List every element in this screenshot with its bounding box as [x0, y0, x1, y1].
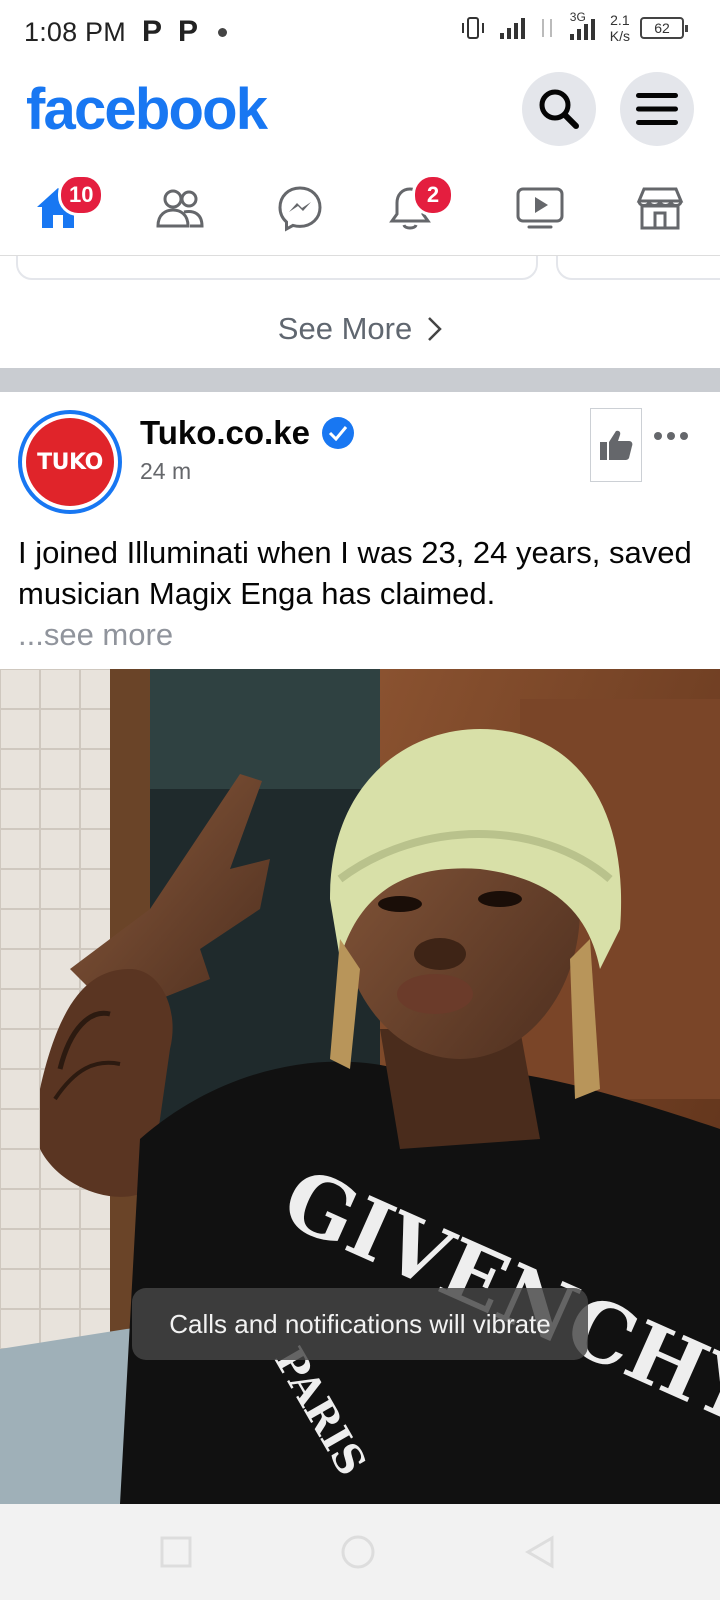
signal-icon	[499, 18, 525, 39]
signal-3g-icon: 3G	[566, 10, 600, 42]
suggested-cards-row	[0, 256, 720, 286]
app-header: facebook	[0, 64, 720, 158]
search-button[interactable]	[522, 72, 596, 146]
messenger-icon	[278, 186, 322, 232]
store-icon	[636, 187, 684, 230]
data-arrows-icon	[541, 19, 552, 37]
menu-button[interactable]	[620, 72, 694, 146]
page-name[interactable]: Tuko.co.ke	[140, 414, 310, 452]
battery-level: 62	[654, 20, 670, 36]
circle-icon	[341, 1535, 375, 1569]
page-name-row: Tuko.co.ke	[140, 414, 354, 452]
post-see-more[interactable]: ...see more	[18, 617, 173, 652]
page-avatar[interactable]: TUKO	[18, 410, 122, 514]
status-indicators: 3G 2.1 K/s 62	[458, 10, 688, 44]
tab-messenger[interactable]	[270, 178, 330, 238]
network-speed-value: 2.1	[610, 12, 630, 28]
battery-icon: 62	[640, 17, 688, 39]
tab-marketplace[interactable]	[630, 178, 690, 238]
toast-message: Calls and notifications will vibrate	[169, 1308, 551, 1339]
tab-notifications[interactable]: 2	[380, 174, 454, 238]
facebook-logo[interactable]: facebook	[26, 76, 268, 143]
home-badge: 10	[58, 174, 105, 216]
system-navigation-bar	[0, 1504, 720, 1600]
like-page-button[interactable]	[590, 408, 642, 482]
tab-friends[interactable]	[150, 178, 210, 238]
status-bar: 1:08 PM P P 3G 2.1 K/s 62	[0, 0, 720, 64]
back-button[interactable]	[522, 1534, 558, 1570]
video-icon	[516, 187, 564, 229]
menu-icon	[636, 93, 678, 125]
network-speed-unit: K/s	[609, 28, 630, 44]
tab-watch[interactable]	[510, 178, 570, 238]
post-text: I joined Illuminati when I was 23, 24 ye…	[18, 532, 698, 655]
see-more-label: See More	[277, 311, 413, 346]
post-body: I joined Illuminati when I was 23, 24 ye…	[18, 535, 692, 611]
notifications-badge: 2	[412, 174, 454, 216]
square-icon	[160, 1536, 192, 1568]
system-toast: Calls and notifications will vibrate	[132, 1288, 588, 1360]
chevron-right-icon	[428, 317, 442, 341]
search-icon	[539, 89, 579, 129]
notification-icon-p: P	[141, 15, 162, 48]
post-photo[interactable]: GIVENCHY PARIS	[0, 669, 720, 1504]
vibrate-icon	[461, 17, 484, 39]
suggested-card-2[interactable]	[556, 256, 720, 280]
back-triangle-icon	[525, 1535, 554, 1569]
notification-icon-p-2: P	[177, 15, 198, 48]
feed-divider	[0, 368, 720, 392]
tab-home[interactable]: 10	[28, 174, 105, 238]
thumbs-up-icon	[600, 430, 633, 460]
verified-badge-icon	[321, 417, 354, 449]
home-system-button[interactable]	[340, 1534, 376, 1570]
see-more-button[interactable]: See More	[278, 311, 442, 347]
more-notifications-dot-icon	[217, 27, 227, 37]
selfie-image: GIVENCHY PARIS	[0, 669, 720, 1504]
post-options-icon[interactable]	[654, 432, 688, 440]
status-time: 1:08 PM	[24, 16, 126, 47]
suggested-card[interactable]	[16, 256, 538, 280]
see-more-row: See More	[0, 290, 720, 368]
post-time[interactable]: 24 m	[140, 458, 191, 485]
avatar-text: TUKO	[37, 449, 103, 475]
tuko-logo: TUKO	[26, 418, 114, 506]
top-navigation: 10 2	[0, 160, 720, 256]
friends-icon	[156, 189, 204, 228]
post-header: TUKO Tuko.co.ke 24 m	[0, 392, 720, 522]
recent-apps-button[interactable]	[158, 1534, 194, 1570]
network-speed: 2.1 K/s	[610, 12, 630, 44]
